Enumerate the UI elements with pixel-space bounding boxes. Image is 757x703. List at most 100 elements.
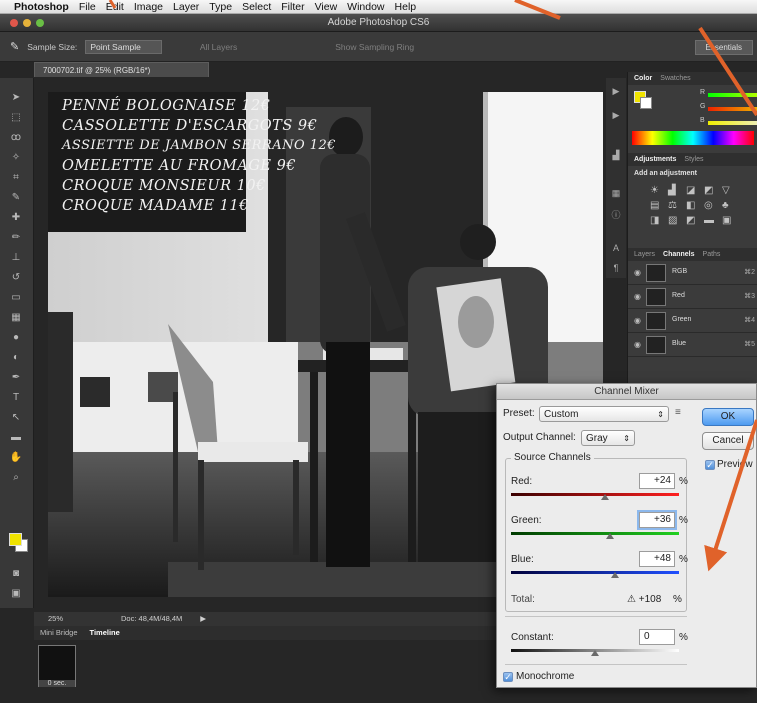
blue-slider-knob[interactable] [611, 572, 620, 578]
type-tool-icon[interactable]: T [9, 392, 23, 404]
history-brush-icon[interactable]: ↺ [9, 272, 23, 284]
preset-options-icon[interactable]: ≡ [675, 407, 681, 418]
channel-row-red[interactable]: ◉ Red ⌘3 [628, 285, 757, 309]
workspace-switcher[interactable]: Essentials [694, 40, 753, 55]
info-panel-icon[interactable]: ⓘ [610, 208, 622, 220]
visibility-eye-icon[interactable]: ◉ [634, 316, 641, 325]
preset-select[interactable]: Custom ⇕ [539, 406, 669, 422]
move-tool-icon[interactable]: ➤ [9, 92, 23, 104]
clone-stamp-icon[interactable]: ⊥ [9, 252, 23, 264]
threshold-icon[interactable]: ◩ [686, 215, 700, 226]
visibility-eye-icon[interactable]: ◉ [634, 268, 641, 277]
zoom-tool-icon[interactable]: ⌕ [9, 472, 23, 484]
visibility-eye-icon[interactable]: ◉ [634, 340, 641, 349]
color-slider-g[interactable]: G 242 [668, 103, 757, 115]
quick-select-tool-icon[interactable]: ✧ [9, 152, 23, 164]
histogram-panel-icon[interactable]: ▟ [610, 150, 622, 160]
zoom-level[interactable]: 25% [48, 612, 63, 626]
color-slider-r[interactable]: R [668, 89, 757, 101]
lasso-tool-icon[interactable]: ꝏ [9, 132, 23, 144]
tab-adjustments[interactable]: Adjustments [634, 153, 676, 166]
blur-tool-icon[interactable]: ● [9, 332, 23, 344]
close-window-button[interactable] [10, 19, 18, 27]
foreground-color-swatch[interactable] [9, 533, 22, 546]
red-slider-knob[interactable] [601, 494, 610, 500]
menu-edit[interactable]: Edit [106, 1, 124, 13]
menu-image[interactable]: Image [134, 1, 163, 13]
color-balance-icon[interactable]: ⚖ [668, 200, 682, 211]
channel-row-rgb[interactable]: ◉ RGB ⌘2 [628, 261, 757, 285]
menu-app-photoshop[interactable]: Photoshop [14, 1, 69, 13]
vibrance-icon[interactable]: ▽ [722, 185, 736, 196]
invert-icon[interactable]: ◨ [650, 215, 664, 226]
zoom-window-button[interactable] [36, 19, 44, 27]
levels-icon[interactable]: ▟ [668, 185, 682, 196]
document-tab[interactable]: 7000702.tif @ 25% (RGB/16*) [34, 62, 209, 77]
menu-view[interactable]: View [315, 1, 338, 13]
actions-panel-icon[interactable]: ▶ [610, 110, 622, 120]
navigator-panel-icon[interactable]: ▦ [610, 188, 622, 198]
visibility-eye-icon[interactable]: ◉ [634, 292, 641, 301]
timeline-clip-thumbnail[interactable]: 0 sec. [38, 645, 76, 687]
blue-slider-track[interactable] [511, 571, 679, 574]
healing-brush-icon[interactable]: ✚ [9, 212, 23, 224]
green-slider-track[interactable] [511, 532, 679, 535]
color-spectrum[interactable] [632, 131, 754, 145]
monochrome-checkbox[interactable]: ✓ [503, 672, 513, 682]
gradient-map-icon[interactable]: ▬ [704, 215, 718, 226]
red-slider-track[interactable] [511, 493, 679, 496]
tab-channels[interactable]: Channels [663, 248, 695, 261]
preview-checkbox[interactable]: ✓ [705, 460, 715, 470]
dodge-tool-icon[interactable]: ◐ [9, 352, 23, 364]
color-slider-b[interactable]: B 24 [668, 117, 757, 129]
shape-tool-icon[interactable]: ▬ [9, 432, 23, 444]
sample-size-select[interactable]: Point Sample [85, 39, 162, 54]
screen-mode-icon[interactable]: ▣ [9, 588, 23, 600]
paragraph-panel-icon[interactable]: ¶ [610, 263, 622, 273]
quick-mask-icon[interactable]: ◙ [9, 568, 23, 580]
channel-mixer-icon[interactable]: ♣ [722, 200, 736, 211]
path-select-tool-icon[interactable]: ↖ [9, 412, 23, 424]
gradient-tool-icon[interactable]: ▦ [9, 312, 23, 324]
sample-layers-select[interactable]: All Layers [200, 42, 237, 52]
tab-styles[interactable]: Styles [684, 153, 703, 166]
green-slider-knob[interactable] [606, 533, 615, 539]
output-channel-select[interactable]: Gray ⇕ [581, 430, 635, 446]
show-sampling-ring-checkbox[interactable]: Show Sampling Ring [335, 42, 414, 52]
menu-file[interactable]: File [79, 1, 96, 13]
menu-select[interactable]: Select [242, 1, 271, 13]
blue-value-input[interactable]: +48 [639, 551, 675, 567]
constant-value-input[interactable]: 0 [639, 629, 675, 645]
tab-mini-bridge[interactable]: Mini Bridge [40, 626, 78, 640]
tab-layers[interactable]: Layers [634, 248, 655, 261]
hand-tool-icon[interactable]: ✋ [9, 452, 23, 464]
posterize-icon[interactable]: ▨ [668, 215, 682, 226]
channel-row-blue[interactable]: ◉ Blue ⌘5 [628, 333, 757, 357]
status-menu-arrow-icon[interactable]: ▶ [200, 612, 206, 626]
color-bg-swatch[interactable] [640, 97, 652, 109]
exposure-icon[interactable]: ◩ [704, 185, 718, 196]
eyedropper-icon[interactable]: ✎ [9, 192, 23, 204]
tab-timeline[interactable]: Timeline [90, 626, 120, 640]
channel-row-green[interactable]: ◉ Green ⌘4 [628, 309, 757, 333]
photo-filter-icon[interactable]: ◎ [704, 200, 718, 211]
menu-filter[interactable]: Filter [281, 1, 304, 13]
tab-color[interactable]: Color [634, 72, 652, 85]
tab-swatches[interactable]: Swatches [660, 72, 690, 85]
character-panel-icon[interactable]: A [610, 243, 622, 253]
ok-button[interactable]: OK [702, 408, 754, 426]
hue-sat-icon[interactable]: ▤ [650, 200, 664, 211]
green-value-input[interactable]: +36 [639, 512, 675, 528]
eraser-tool-icon[interactable]: ▭ [9, 292, 23, 304]
minimize-window-button[interactable] [23, 19, 31, 27]
tab-paths[interactable]: Paths [703, 248, 721, 261]
eyedropper-tool-icon[interactable]: ✎ [10, 40, 19, 53]
brush-tool-icon[interactable]: ✏ [9, 232, 23, 244]
cancel-button[interactable]: Cancel [702, 432, 754, 450]
menu-window[interactable]: Window [347, 1, 384, 13]
pen-tool-icon[interactable]: ✒ [9, 372, 23, 384]
constant-slider-knob[interactable] [591, 650, 599, 656]
selective-color-icon[interactable]: ▣ [722, 215, 736, 226]
menu-help[interactable]: Help [395, 1, 417, 13]
menu-type[interactable]: Type [209, 1, 232, 13]
